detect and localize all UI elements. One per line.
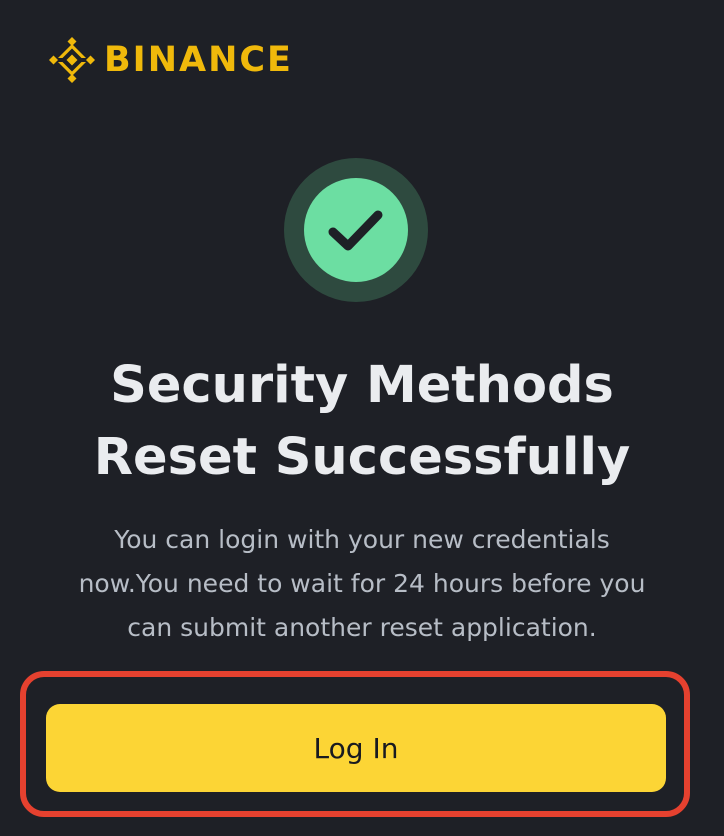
title-line-2: Reset Successfully <box>93 428 631 487</box>
message-line-3: can submit another reset application. <box>127 613 597 642</box>
login-button[interactable]: Log In <box>46 704 666 792</box>
brand-name: BINANCE <box>104 40 293 80</box>
message-line-2: now.You need to wait for 24 hours before… <box>78 569 646 598</box>
success-circle <box>304 178 408 282</box>
message-line-1: You can login with your new credentials <box>114 525 610 554</box>
binance-logo-icon <box>49 37 95 83</box>
title-line-1: Security Methods <box>110 356 614 415</box>
success-message: You can login with your new credentials … <box>50 518 674 650</box>
page-title: Security Methods Reset Successfully <box>40 350 684 494</box>
brand-header: BINANCE <box>46 34 293 86</box>
success-check-icon <box>284 158 428 302</box>
